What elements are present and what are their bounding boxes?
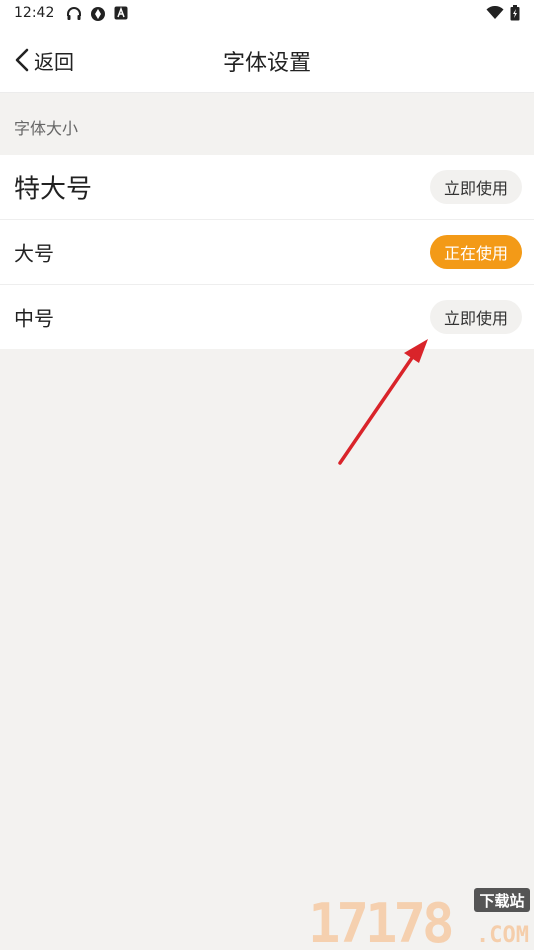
option-row-large: 大号 正在使用 bbox=[0, 220, 534, 285]
option-label-large: 大号 bbox=[14, 241, 54, 266]
option-row-medium: 中号 立即使用 bbox=[0, 285, 534, 349]
option-label-medium: 中号 bbox=[14, 306, 54, 331]
svg-text:.COM: .COM bbox=[476, 923, 529, 948]
in-use-button-large[interactable]: 正在使用 bbox=[429, 235, 522, 269]
svg-text:17178: 17178 bbox=[308, 892, 452, 948]
status-bar: 12:42 bbox=[0, 0, 534, 28]
option-row-extra-large: 特大号 立即使用 bbox=[0, 155, 534, 220]
use-now-button-medium[interactable]: 立即使用 bbox=[429, 300, 522, 334]
option-label-extra-large: 特大号 bbox=[14, 174, 93, 205]
use-now-button-extra-large[interactable]: 立即使用 bbox=[429, 170, 522, 204]
section-header: 字体大小 bbox=[0, 93, 534, 155]
wifi-icon bbox=[486, 6, 504, 19]
status-icons-right bbox=[486, 5, 520, 21]
watermark-logo: 17178 下载站 .COM bbox=[308, 888, 530, 948]
status-icons-left bbox=[66, 6, 128, 22]
battery-charging-icon bbox=[510, 5, 520, 21]
section-label: 字体大小 bbox=[14, 119, 79, 138]
headset-icon bbox=[67, 7, 81, 20]
aperture-icon bbox=[91, 7, 105, 21]
page-title: 字体设置 bbox=[222, 51, 311, 76]
font-size-option-list: 特大号 立即使用 大号 正在使用 中号 立即使用 bbox=[0, 155, 534, 349]
svg-text:下载站: 下载站 bbox=[479, 892, 524, 910]
app-a-icon bbox=[114, 6, 128, 20]
nav-bar: 返回 字体设置 bbox=[0, 28, 534, 93]
status-time: 12:42 bbox=[14, 5, 55, 21]
